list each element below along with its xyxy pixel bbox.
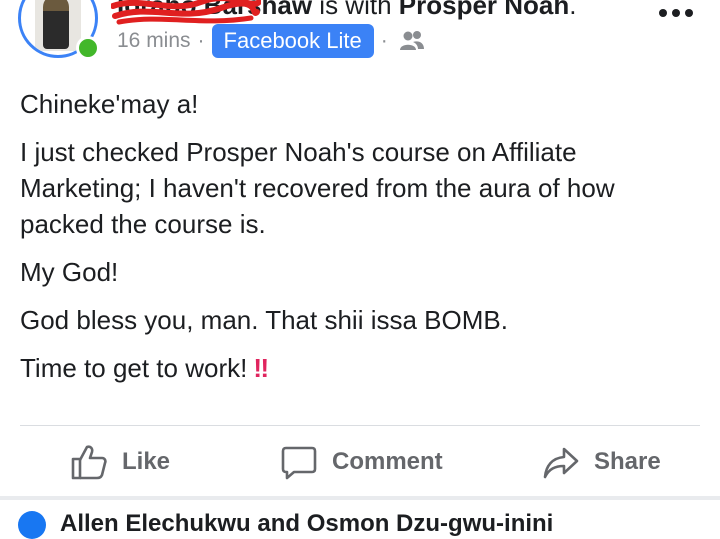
post-paragraph: My God! <box>20 257 119 287</box>
meta-separator-2: · <box>380 29 388 52</box>
author-avatar[interactable] <box>18 0 100 60</box>
friends-icon <box>399 31 424 50</box>
timestamp[interactable]: 16 mins <box>117 29 191 53</box>
section-separator <box>0 496 720 500</box>
double-exclamation-emoji: ‼ <box>253 353 269 383</box>
share-button[interactable]: Share <box>542 436 661 488</box>
author-line: Iorabo Barshaw is with Prosper Noah. <box>111 0 577 25</box>
comment-icon <box>281 446 317 480</box>
post-paragraph-text: Time to get to work! <box>20 353 248 383</box>
share-icon <box>543 447 579 479</box>
comment-button[interactable]: Comment <box>280 436 443 488</box>
like-button[interactable]: Like <box>70 436 170 488</box>
meta-separator: · <box>197 29 205 52</box>
post-paragraph: I just checked Prosper Noah's course on … <box>20 137 615 239</box>
avatar-person <box>43 0 69 49</box>
actions-divider <box>20 425 700 426</box>
with-text: is with <box>319 0 392 20</box>
author-name-redacted[interactable]: Iorabo Barshaw <box>111 0 312 25</box>
online-status-dot <box>76 36 100 60</box>
more-options-icon[interactable] <box>658 8 694 18</box>
reactions-text[interactable]: Allen Elechukwu and Osmon Dzu-gwu-inini <box>60 510 553 537</box>
post-meta: 16 mins · Facebook Lite · <box>117 22 425 60</box>
comment-label: Comment <box>332 448 443 475</box>
period: . <box>569 0 577 20</box>
like-label: Like <box>122 448 171 475</box>
post-body: Chineke'may a! I just checked Prosper No… <box>20 86 700 398</box>
thumbs-up-icon <box>71 445 107 480</box>
app-badge[interactable]: Facebook Lite <box>211 24 374 58</box>
share-label: Share <box>594 448 661 475</box>
post-actions: Like Comment Share <box>0 436 720 488</box>
post-paragraph: Chineke'may a! <box>20 89 199 119</box>
like-reaction-icon <box>18 510 46 539</box>
post-header: Iorabo Barshaw is with Prosper Noah. 16 … <box>0 0 720 80</box>
tagged-name[interactable]: Prosper Noah <box>399 0 570 20</box>
reactions-summary[interactable]: Allen Elechukwu and Osmon Dzu-gwu-inini <box>18 510 553 539</box>
post-paragraph-last: Time to get to work! ‼ <box>20 350 700 386</box>
post-paragraph: God bless you, man. That shii issa BOMB. <box>20 305 508 335</box>
